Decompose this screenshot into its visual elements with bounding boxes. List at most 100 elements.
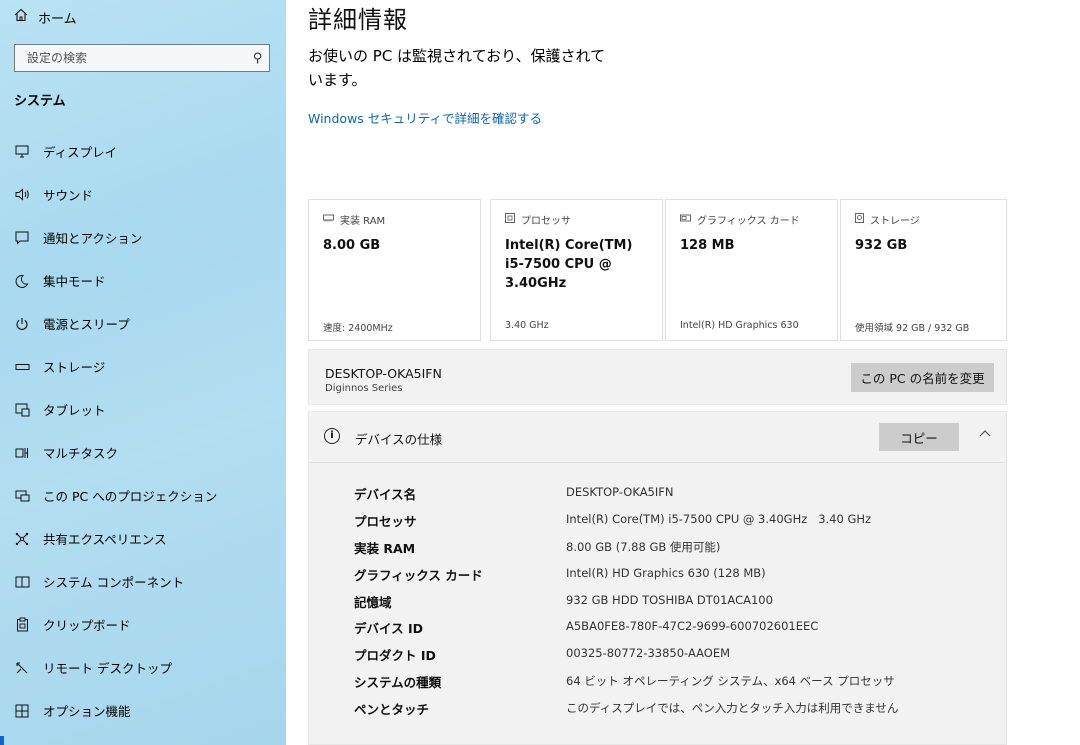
- spec-key: グラフィックス カード: [354, 567, 483, 583]
- search-icon[interactable]: ⚲: [253, 51, 263, 66]
- spec-value: このディスプレイでは、ペン入力とタッチ入力は利用できません: [566, 701, 899, 716]
- sidebar-nav: ディスプレイ サウンド 通知とアクション 集中モード 電源とスリープ ストレージ…: [0, 130, 286, 732]
- power-icon: [14, 316, 30, 332]
- chevron-up-icon[interactable]: [975, 425, 995, 447]
- moon-icon: [14, 273, 30, 289]
- sidebar-item-shared-experiences[interactable]: 共有エクスペリエンス: [0, 517, 286, 560]
- disk-icon: [855, 213, 864, 226]
- sidebar-item-label: この PC へのプロジェクション: [43, 489, 218, 504]
- ram-card: 実装 RAM 8.00 GB 速度: 2400MHz: [308, 199, 481, 341]
- device-spec-title: デバイスの仕様: [355, 432, 443, 447]
- components-icon: [14, 574, 30, 590]
- pc-name: DESKTOP-OKA5IFN: [325, 366, 442, 381]
- copy-button[interactable]: コピー: [879, 423, 959, 451]
- sidebar-item-sound[interactable]: サウンド: [0, 173, 286, 216]
- spec-row-pen-touch: ペンとタッチ このディスプレイでは、ペン入力とタッチ入力は利用できません: [309, 695, 1006, 722]
- spec-key: デバイス名: [354, 487, 417, 502]
- spec-key: ペンとタッチ: [354, 702, 430, 718]
- home-icon: [14, 8, 28, 26]
- spec-row-storage: 記憶域 932 GB HDD TOSHIBA DT01ACA100: [309, 588, 1006, 615]
- sidebar-item-power[interactable]: 電源とスリープ: [0, 302, 286, 345]
- sidebar-item-label: ストレージ: [43, 360, 106, 375]
- card-caption: ストレージ: [855, 212, 920, 227]
- speaker-icon: [14, 187, 30, 203]
- protection-status: お使いの PC は監視されており、保護されています。: [308, 47, 606, 89]
- pc-series: Diginnos Series: [325, 383, 403, 394]
- card-caption: 実装 RAM: [323, 212, 385, 227]
- optional-features-icon: [14, 703, 30, 719]
- sidebar-item-display[interactable]: ディスプレイ: [0, 130, 286, 173]
- card-caption-text: プロセッサ: [521, 216, 571, 227]
- device-spec-panel: i デバイスの仕様 コピー デバイス名 DESKTOP-OKA5IFN プロセッ…: [308, 411, 1007, 745]
- card-caption: グラフィックス カード: [680, 212, 800, 227]
- sidebar-item-multitasking[interactable]: マルチタスク: [0, 431, 286, 474]
- storage-icon: [14, 359, 30, 375]
- sidebar-item-projection[interactable]: この PC へのプロジェクション: [0, 474, 286, 517]
- sidebar-item-label: システム コンポーネント: [43, 575, 185, 590]
- card-subtext: 速度: 2400MHz: [323, 323, 393, 334]
- section-heading: システム: [14, 94, 66, 109]
- sidebar-item-label: 集中モード: [43, 274, 106, 289]
- sidebar-item-notifications[interactable]: 通知とアクション: [0, 216, 286, 259]
- spec-row-graphics: グラフィックス カード Intel(R) HD Graphics 630 (12…: [309, 561, 1006, 588]
- ram-icon: [323, 214, 334, 225]
- sidebar-item-label: 通知とアクション: [43, 231, 143, 246]
- card-subtext: 使用領域 92 GB / 932 GB: [855, 323, 970, 334]
- clipboard-icon: [14, 617, 30, 633]
- device-spec-header[interactable]: i デバイスの仕様 コピー: [309, 412, 1006, 463]
- sidebar-item-label: ディスプレイ: [43, 145, 118, 160]
- graphics-card: グラフィックス カード 128 MB Intel(R) HD Graphics …: [665, 199, 838, 341]
- spec-key: 記憶域: [354, 594, 392, 610]
- sidebar-item-clipboard[interactable]: クリップボード: [0, 603, 286, 646]
- remote-desktop-icon: [14, 660, 30, 676]
- sidebar-item-label: クリップボード: [43, 618, 131, 633]
- spec-row-system-type: システムの種類 64 ビット オペレーティング システム、x64 ベース プロセ…: [309, 668, 1006, 695]
- card-caption-text: ストレージ: [870, 216, 920, 227]
- spec-row-device-name: デバイス名 DESKTOP-OKA5IFN: [309, 480, 1006, 507]
- sidebar-item-tablet[interactable]: タブレット: [0, 388, 286, 431]
- spec-value: 64 ビット オペレーティング システム、x64 ベース プロセッサ: [566, 674, 895, 689]
- card-value: 8.00 GB: [323, 238, 381, 253]
- spec-key: プロセッサ: [354, 513, 417, 529]
- sidebar-item-remote-desktop[interactable]: リモート デスクトップ: [0, 646, 286, 689]
- spec-value: 00325-80772-33850-AAOEM: [566, 646, 731, 661]
- spec-row-device-id: デバイス ID A5BA0FE8-780F-47C2-9699-60070260…: [309, 614, 1006, 641]
- sidebar-item-focus[interactable]: 集中モード: [0, 259, 286, 302]
- spec-row-ram: 実装 RAM 8.00 GB (7.88 GB 使用可能): [309, 534, 1006, 561]
- card-value: Intel(R) Core(TM) i5-7500 CPU @ 3.40GHz: [505, 238, 633, 291]
- sidebar-item-label: 共有エクスペリエンス: [43, 532, 167, 547]
- active-indicator: [0, 736, 4, 745]
- rename-pc-button[interactable]: この PC の名前を変更: [851, 363, 994, 392]
- settings-search[interactable]: ⚲: [14, 44, 270, 72]
- share-icon: [14, 531, 30, 547]
- card-caption-text: 実装 RAM: [340, 216, 386, 227]
- sidebar-item-storage[interactable]: ストレージ: [0, 345, 286, 388]
- card-subtext: 3.40 GHz: [505, 320, 549, 331]
- projection-icon: [14, 488, 30, 504]
- sidebar: ホーム ⚲ システム ディスプレイ サウンド 通知とアクション 集中モード 電源…: [0, 0, 286, 745]
- spec-key: デバイス ID: [354, 621, 424, 637]
- spec-value: 932 GB HDD TOSHIBA DT01ACA100: [566, 592, 773, 607]
- notification-icon: [14, 230, 30, 246]
- device-spec-list: デバイス名 DESKTOP-OKA5IFN プロセッサ Intel(R) Cor…: [309, 480, 1006, 722]
- card-caption: プロセッサ: [505, 212, 571, 227]
- spec-value: Intel(R) HD Graphics 630 (128 MB): [566, 565, 766, 580]
- info-icon: i: [324, 428, 340, 444]
- cpu-icon: [505, 213, 515, 226]
- sidebar-item-optional-features[interactable]: オプション機能: [0, 689, 286, 732]
- home-nav-item[interactable]: ホーム: [14, 6, 77, 28]
- sidebar-item-label: オプション機能: [43, 704, 131, 719]
- gpu-icon: [680, 214, 691, 226]
- spec-key: 実装 RAM: [354, 540, 416, 556]
- sidebar-item-label: 電源とスリープ: [43, 317, 130, 332]
- home-label: ホーム: [38, 11, 77, 27]
- tablet-icon: [14, 402, 30, 418]
- storage-card: ストレージ 932 GB 使用領域 92 GB / 932 GB: [840, 199, 1007, 341]
- processor-card: プロセッサ Intel(R) Core(TM) i5-7500 CPU @ 3.…: [490, 199, 663, 341]
- spec-value: 8.00 GB (7.88 GB 使用可能): [566, 539, 721, 554]
- sidebar-item-system-components[interactable]: システム コンポーネント: [0, 560, 286, 603]
- spec-value: Intel(R) Core(TM) i5-7500 CPU @ 3.40GHz …: [566, 511, 872, 526]
- sidebar-item-label: タブレット: [43, 403, 106, 418]
- security-details-link[interactable]: Windows セキュリティで詳細を確認する: [308, 108, 542, 127]
- search-input[interactable]: [25, 50, 229, 66]
